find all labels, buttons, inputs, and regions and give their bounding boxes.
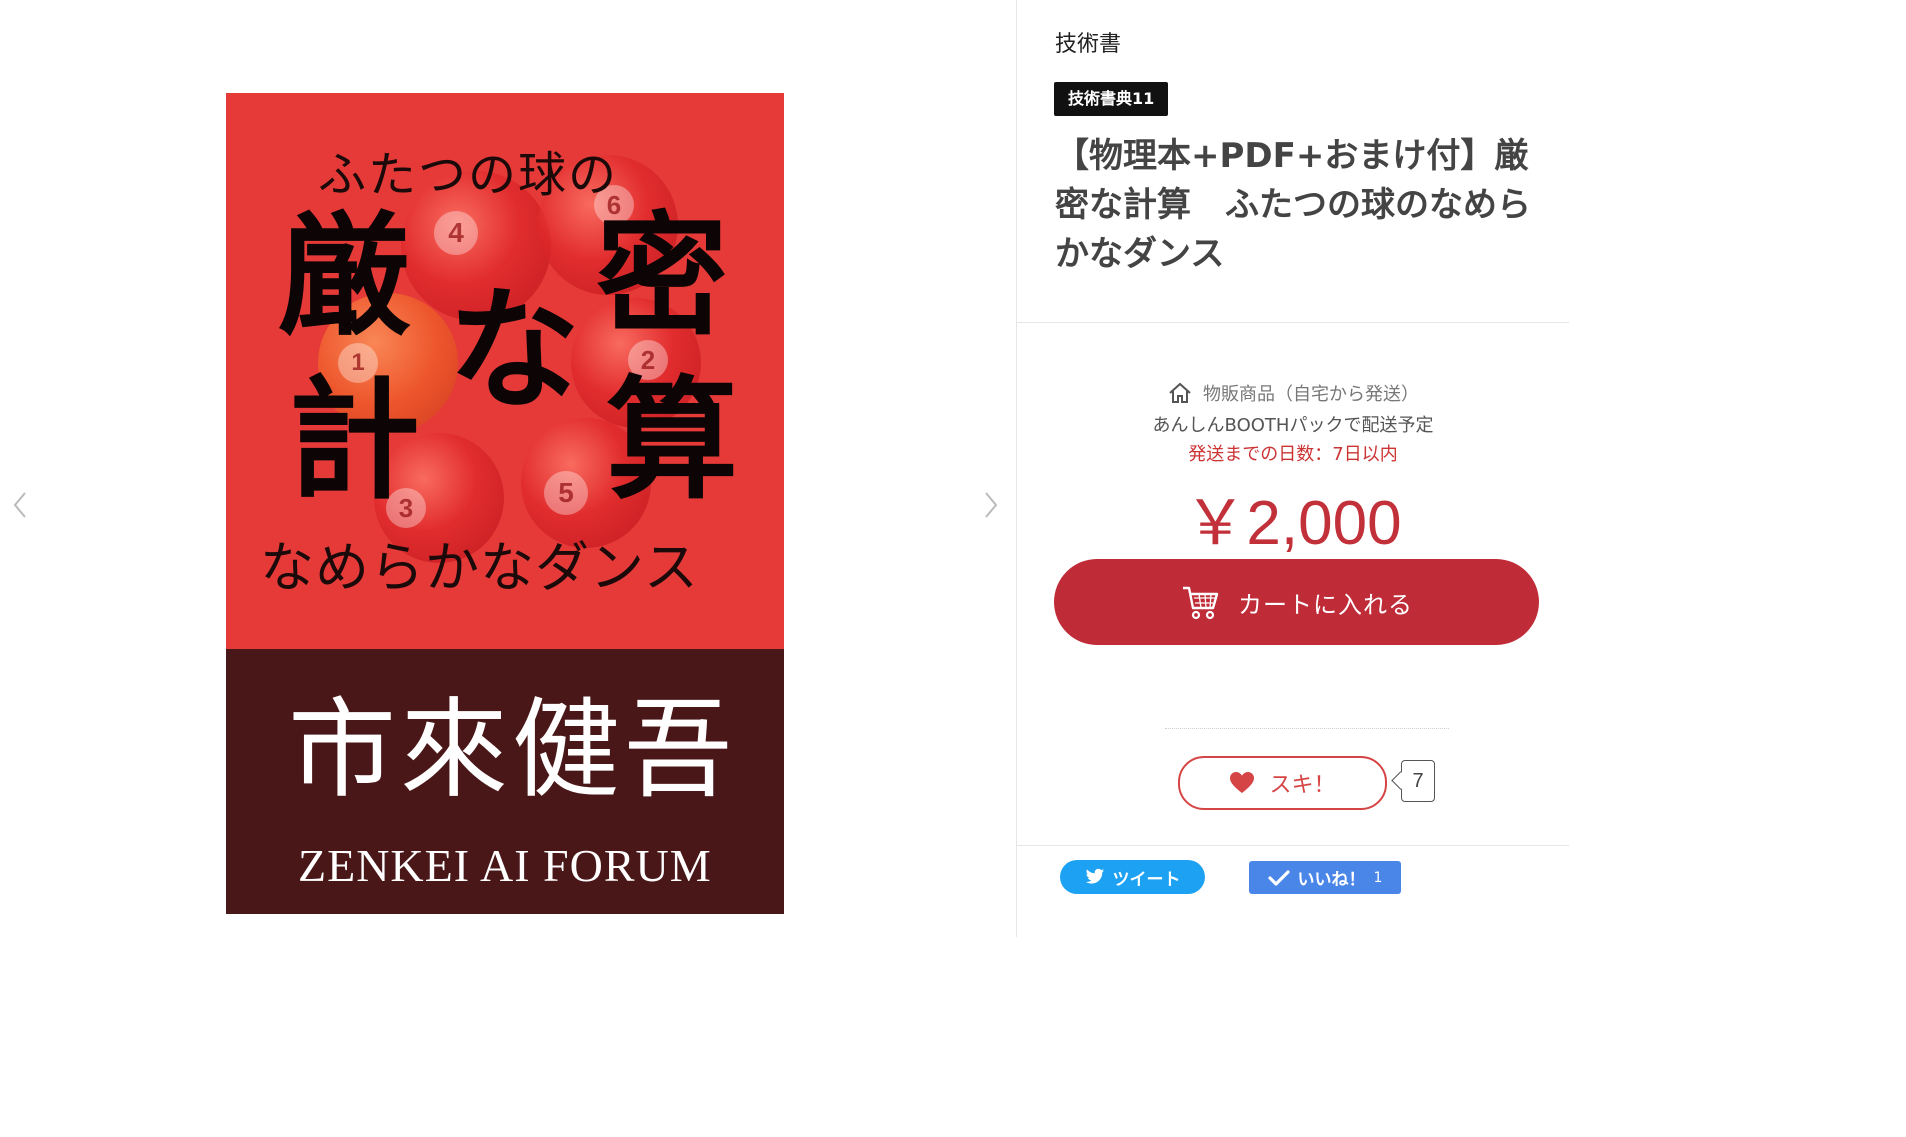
divider — [1017, 322, 1569, 323]
chevron-left-icon — [13, 492, 26, 518]
category-link[interactable]: 技術書 — [1055, 26, 1121, 58]
cover-subtitle-bottom: なめらかなダンス — [260, 536, 699, 599]
cover-author: 市來健吾 — [288, 688, 737, 813]
shipping-type-label: 物販商品（自宅から発送） — [1203, 384, 1419, 405]
add-to-cart-button[interactable]: カートに入れる — [1054, 559, 1539, 645]
divider — [1165, 728, 1449, 729]
ball-number: 5 — [544, 471, 588, 515]
cover-kanji: 厳 — [278, 200, 410, 354]
facebook-like-label: いいね！ — [1297, 870, 1366, 890]
cover-kanji: 計 — [288, 364, 420, 518]
facebook-like-count: 1 — [1373, 869, 1383, 886]
cover-subtitle-top: ふたつの球の — [318, 147, 619, 203]
like-count-value: 7 — [1412, 769, 1424, 792]
book-cover-image[interactable]: 4 6 1 2 3 5 ふたつの球の 厳 計 な 密 算 なめらかなダンス 市來… — [226, 93, 784, 914]
product-title: 【物理本+PDF+おまけ付】厳密な計算 ふたつの球のなめらかなダンス — [1055, 136, 1531, 274]
like-button[interactable]: スキ！ — [1178, 756, 1387, 810]
add-to-cart-label: カートに入れる — [1238, 590, 1413, 619]
cart-icon — [1183, 586, 1219, 620]
gallery-next-button[interactable] — [979, 488, 1003, 522]
like-count: 7 — [1401, 760, 1435, 802]
home-icon — [1169, 382, 1191, 403]
product-info-panel: 技術書 技術書典11 【物理本+PDF+おまけ付】厳密な計算 ふたつの球のなめら… — [1016, 0, 1569, 937]
tweet-button[interactable]: ツイート — [1060, 860, 1205, 894]
event-tag[interactable]: 技術書典11 — [1054, 82, 1169, 116]
shipping-type: 物販商品（自宅から発送） — [1017, 380, 1569, 406]
cover-kanji: な — [448, 274, 580, 428]
tweet-label: ツイート — [1112, 869, 1181, 890]
shipping-pack: あんしんBOOTHパックで配送予定 — [1152, 415, 1434, 436]
cover-author-band: 市來健吾 ZENKEI AI FORUM — [226, 649, 784, 914]
ball-number: 4 — [434, 211, 478, 255]
divider — [1017, 845, 1569, 846]
gallery-prev-button[interactable] — [8, 488, 32, 522]
heart-icon — [1230, 772, 1255, 793]
cover-kanji: 算 — [606, 364, 738, 518]
facebook-like-button[interactable]: いいね！ 1 — [1249, 861, 1401, 894]
booth-product-page: 4 6 1 2 3 5 ふたつの球の 厳 計 な 密 算 なめらかなダンス 市來… — [0, 0, 1569, 937]
shipping-days: 発送までの日数：7日以内 — [1188, 444, 1398, 465]
cover-art: 4 6 1 2 3 5 ふたつの球の 厳 計 な 密 算 なめらかなダンス — [226, 93, 784, 649]
price: ￥2,000 — [1184, 489, 1402, 558]
check-icon — [1267, 869, 1290, 886]
twitter-bird-icon — [1085, 868, 1104, 884]
image-gallery: 4 6 1 2 3 5 ふたつの球の 厳 計 な 密 算 なめらかなダンス 市來… — [0, 0, 1016, 937]
like-label: スキ！ — [1269, 773, 1336, 798]
cover-kanji: 密 — [596, 200, 728, 354]
cover-organization: ZENKEI AI FORUM — [298, 840, 712, 891]
chevron-right-icon — [985, 492, 998, 518]
